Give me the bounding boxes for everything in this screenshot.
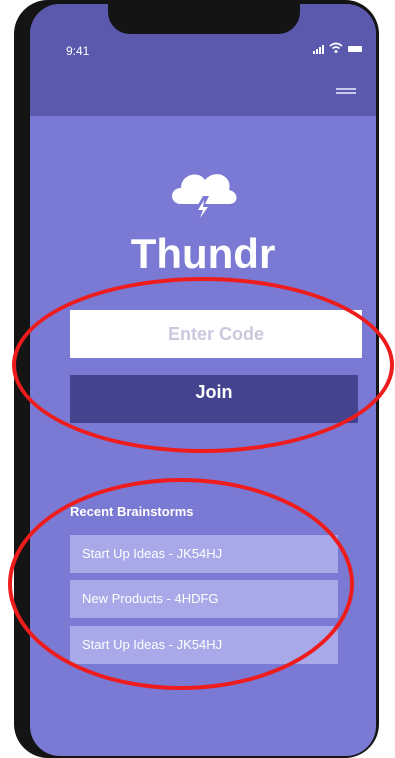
enter-code-input[interactable] bbox=[70, 310, 362, 358]
recent-brainstorm-item[interactable]: Start Up Ideas - JK54HJ bbox=[70, 535, 338, 573]
signal-icon bbox=[313, 45, 324, 54]
recent-brainstorm-item[interactable]: New Products - 4HDFG bbox=[70, 580, 338, 618]
battery-icon bbox=[348, 46, 362, 52]
phone-notch bbox=[108, 4, 300, 34]
recent-brainstorms-title: Recent Brainstorms bbox=[70, 504, 194, 519]
join-button[interactable]: Join bbox=[70, 375, 358, 423]
status-time: 9:41 bbox=[66, 44, 90, 58]
phone-frame: 9:41 Thundr Join Recent Brainstorms Star… bbox=[14, 0, 379, 758]
wifi-icon bbox=[329, 42, 343, 53]
thunder-cloud-icon bbox=[172, 174, 237, 222]
app-title: Thundr bbox=[130, 230, 276, 277]
status-icons bbox=[313, 42, 362, 54]
app-screen: 9:41 Thundr Join Recent Brainstorms Star… bbox=[30, 4, 376, 756]
recent-brainstorm-item[interactable]: Start Up Ideas - JK54HJ bbox=[70, 626, 338, 664]
menu-icon[interactable] bbox=[336, 88, 356, 98]
